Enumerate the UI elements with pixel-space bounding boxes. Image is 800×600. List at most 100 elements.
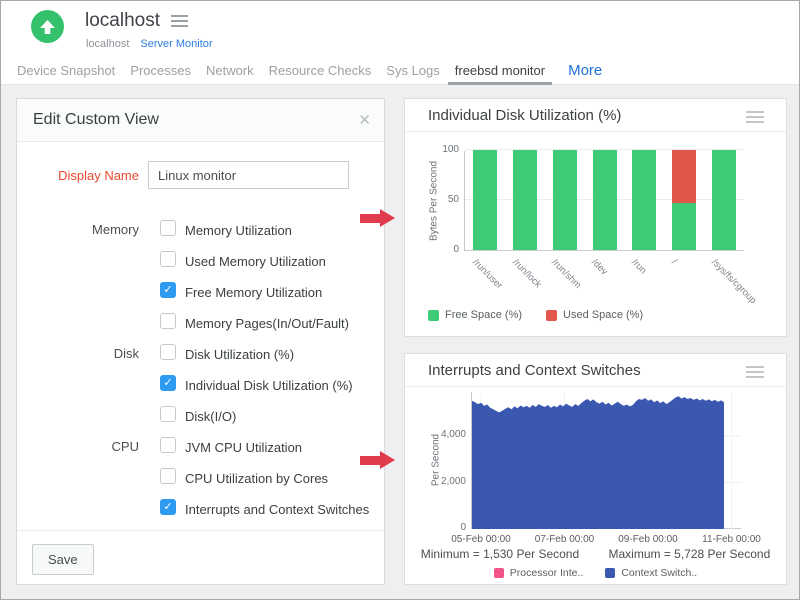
bars: /run/user/run/lock/run/shm/dev/run//sys/… [465, 151, 744, 250]
checked-checkbox-free-memory-utilization[interactable]: ✓ [160, 282, 176, 298]
tab-freebsd-monitor[interactable]: freebsd monitor [448, 57, 552, 85]
option-row: ✓Free Memory Utilization [17, 277, 384, 308]
bar-free-space [712, 150, 736, 250]
breadcrumb-host: localhost [86, 38, 129, 50]
chart-title: Individual Disk Utilization (%) [428, 107, 621, 124]
option-label: Interrupts and Context Switches [185, 502, 369, 517]
chart-summary: Minimum = 1,530 Per Second Maximum = 5,7… [405, 547, 786, 561]
close-icon[interactable]: ✕ [358, 111, 371, 129]
edit-custom-view-panel: Edit Custom View ✕ Display Name MemoryMe… [16, 98, 385, 585]
legend-label: Used Space (%) [563, 309, 643, 321]
unchecked-checkbox-disk-i-o[interactable] [160, 406, 176, 422]
y-axis-tick: 4,000 [426, 429, 466, 440]
legend-label: Free Space (%) [445, 309, 522, 321]
chart-menu-icon[interactable] [746, 363, 764, 381]
option-label: Memory Pages(In/Out/Fault) [185, 316, 349, 331]
save-button[interactable]: Save [32, 544, 94, 575]
tab-more[interactable]: More [561, 57, 609, 85]
app-window: localhost localhost Server Monitor Devic… [0, 0, 800, 600]
card-header: Interrupts and Context Switches [405, 354, 786, 387]
x-axis-label: /run/lock [510, 257, 543, 290]
checked-checkbox-individual-disk-utilization[interactable]: ✓ [160, 375, 176, 391]
bar-column: /run/shm [545, 151, 585, 250]
unchecked-checkbox-disk-utilization[interactable] [160, 344, 176, 360]
x-axis-tick: 05-Feb 00:00 [451, 534, 511, 545]
card-header: Individual Disk Utilization (%) [405, 99, 786, 132]
option-label: Disk(I/O) [185, 409, 236, 424]
tab-network[interactable]: Network [199, 57, 261, 85]
y-axis-tick: 50 [419, 194, 459, 205]
bar-free-space [473, 150, 497, 250]
option-label: Disk Utilization (%) [185, 347, 294, 362]
option-label: Memory Utilization [185, 223, 292, 238]
bar-column: /sys/fs/cgroup [704, 151, 744, 250]
title-menu-icon[interactable] [171, 12, 188, 30]
option-row: ✓Individual Disk Utilization (%) [17, 370, 384, 401]
area-chart-canvas [472, 392, 742, 529]
display-name-input[interactable] [148, 161, 349, 189]
page-title: localhost [85, 10, 160, 32]
interrupts-area-chart: 4,0002,000005-Feb 00:0007-Feb 00:0009-Fe… [471, 392, 741, 529]
interrupts-context-switches-card: Interrupts and Context Switches Per Seco… [404, 353, 787, 585]
unchecked-checkbox-memory-pages-in-out-fault[interactable] [160, 313, 176, 329]
x-axis-label: /run/shm [550, 257, 584, 291]
legend-label: Processor Inte.. [510, 567, 584, 579]
panel-footer: Save [17, 530, 384, 584]
unchecked-checkbox-used-memory-utilization[interactable] [160, 251, 176, 267]
bar-column: /run [624, 151, 664, 250]
summary-minimum: Minimum = 1,530 Per Second [421, 547, 579, 561]
option-row: ✓ Interrupts and Context Switches [17, 494, 384, 525]
option-row: Disk Disk Utilization (%) [17, 339, 384, 370]
chart-legend: Free Space (%) Used Space (%) [428, 309, 643, 321]
chart-menu-icon[interactable] [746, 108, 764, 126]
tab-processes[interactable]: Processes [123, 57, 198, 85]
bar-free-space [513, 150, 537, 250]
legend-item: Used Space (%) [546, 309, 643, 321]
group-label-memory: Memory [17, 222, 139, 237]
tab-device-snapshot[interactable]: Device Snapshot [10, 57, 122, 85]
monitor-header: localhost localhost Server Monitor [1, 1, 799, 57]
bar-used-space [672, 150, 696, 203]
x-axis-tick: 07-Feb 00:00 [535, 534, 595, 545]
checked-checkbox-interrupts-and-context-switches[interactable]: ✓ [160, 499, 176, 515]
x-axis-tick: 11-Feb 00:00 [702, 534, 761, 545]
context-switches-area [472, 396, 724, 529]
tab-bar: Device SnapshotProcessesNetworkResource … [1, 57, 799, 85]
tab-sys-logs[interactable]: Sys Logs [379, 57, 446, 85]
bar-free-space [593, 150, 617, 250]
option-row: Disk(I/O) [17, 401, 384, 432]
legend-item: Free Space (%) [428, 309, 522, 321]
bar-free-space [632, 150, 656, 250]
monitor-up-status-icon [31, 10, 64, 43]
unchecked-checkbox-memory-utilization[interactable] [160, 220, 176, 236]
option-label: Used Memory Utilization [185, 254, 326, 269]
y-axis-tick: 2,000 [426, 476, 466, 487]
bar-free-space [672, 203, 696, 250]
x-axis-label: /run [629, 257, 648, 276]
pointer-arrow-interrupts-chart [360, 451, 396, 470]
bar-column: /run/user [465, 151, 505, 250]
breadcrumb-server-monitor-link[interactable]: Server Monitor [140, 38, 212, 50]
bar-column: /dev [585, 151, 625, 250]
group-label-disk: Disk [17, 346, 139, 361]
option-row: Used Memory Utilization [17, 246, 384, 277]
legend-swatch [494, 568, 504, 578]
tab-resource-checks[interactable]: Resource Checks [262, 57, 379, 85]
chart-legend: Processor Inte.. Context Switch.. [405, 567, 786, 579]
pointer-arrow-disk-chart [360, 209, 396, 228]
x-axis-label: /run/user [470, 257, 504, 291]
display-name-row: Display Name [17, 161, 384, 189]
y-axis-tick: 100 [419, 144, 459, 155]
option-row: CPU JVM CPU Utilization [17, 432, 384, 463]
bar-free-space [553, 150, 577, 250]
disk-utilization-bar-chart: 100500/run/user/run/lock/run/shm/dev/run… [464, 151, 744, 251]
unchecked-checkbox-cpu-utilization-by-cores[interactable] [160, 468, 176, 484]
summary-maximum: Maximum = 5,728 Per Second [609, 547, 771, 561]
legend-swatch [546, 310, 557, 321]
option-label: JVM CPU Utilization [185, 440, 302, 455]
legend-item: Context Switch.. [605, 567, 697, 579]
group-label-cpu: CPU [17, 439, 139, 454]
legend-item: Processor Inte.. [494, 567, 584, 579]
unchecked-checkbox-jvm-cpu-utilization[interactable] [160, 437, 176, 453]
bar-column: / [664, 151, 704, 250]
